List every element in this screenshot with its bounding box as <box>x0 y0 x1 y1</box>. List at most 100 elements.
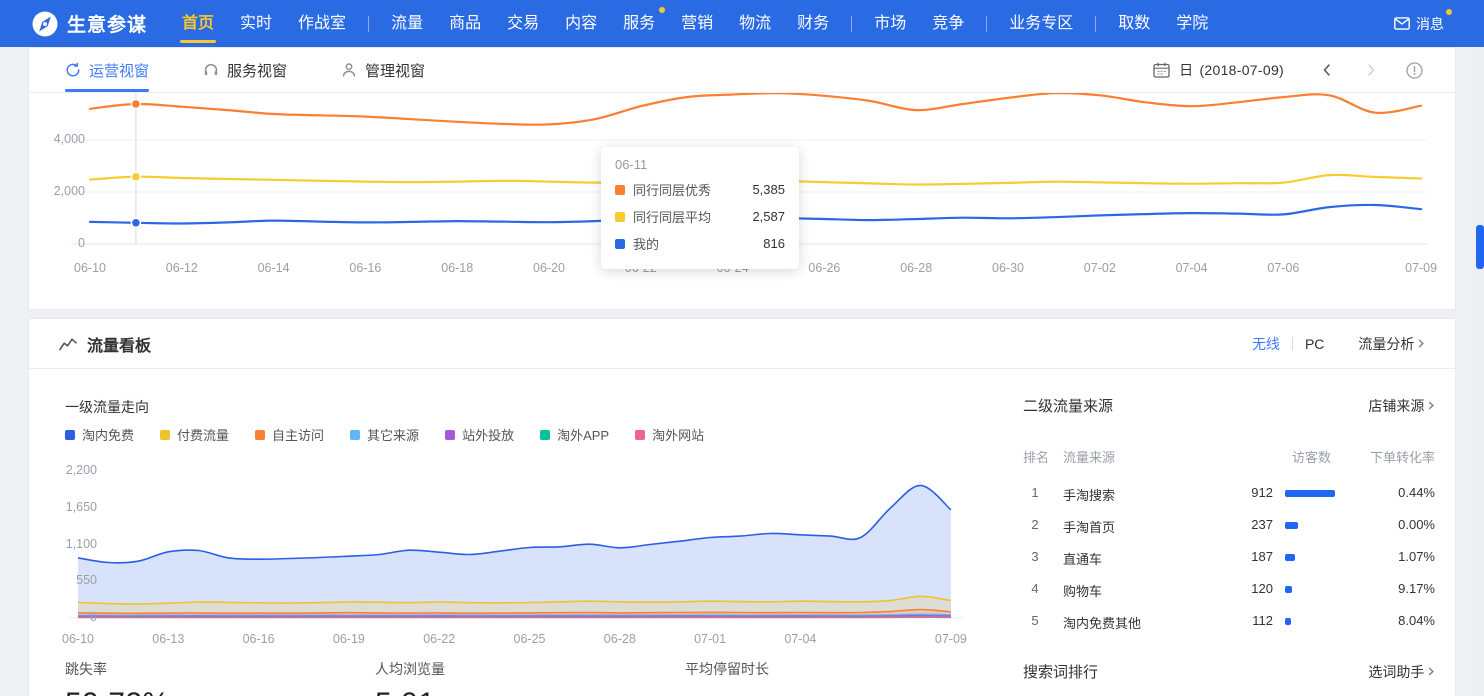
nav-item-取数[interactable]: 取数 <box>1105 0 1163 47</box>
toggle-wireless[interactable]: 无线 <box>1252 334 1280 354</box>
table-row[interactable]: 2手淘首页2370.00% <box>1023 517 1435 535</box>
kpi-平均停留时长: 平均停留时长17.48秒 <box>685 659 975 696</box>
traffic-analysis-link[interactable]: 流量分析 › <box>1358 334 1425 354</box>
flow-chart-canvas[interactable] <box>67 471 977 623</box>
legend-item-付费流量[interactable]: 付费流量 <box>160 425 229 444</box>
notification-dot <box>659 7 665 13</box>
rank-cell: 4 <box>1025 581 1045 596</box>
table-row[interactable]: 1手淘搜索9120.44% <box>1023 485 1435 503</box>
brand[interactable]: 生意参谋 <box>32 10 147 37</box>
tooltip-series-value: 2,587 <box>752 209 785 224</box>
date-value[interactable]: (2018-07-09) <box>1199 62 1284 78</box>
tab-运营视窗[interactable]: 运营视窗 <box>65 48 149 92</box>
x-axis-label: 06-30 <box>992 261 1024 275</box>
tooltip-series-value: 5,385 <box>752 182 785 197</box>
x-axis-label: 06-25 <box>514 632 546 646</box>
visitors-bar <box>1285 618 1291 625</box>
legend-item-淘外APP[interactable]: 淘外APP <box>540 425 609 444</box>
x-axis-label: 06-28 <box>900 261 932 275</box>
chart-tooltip: 06-11 同行同层优秀5,385同行同层平均2,587我的816 <box>601 147 799 269</box>
date-granularity[interactable]: 日 <box>1179 60 1193 80</box>
nav-message[interactable]: 消息 <box>1394 14 1444 34</box>
source-name-cell: 直通车 <box>1063 549 1102 568</box>
nav-item-财务[interactable]: 财务 <box>784 0 842 47</box>
legend-item-自主访问[interactable]: 自主访问 <box>255 425 324 444</box>
nav-item-商品[interactable]: 商品 <box>436 0 494 47</box>
search-rank-title: 搜索词排行 <box>1023 661 1098 682</box>
nav-divider <box>851 16 852 32</box>
shop-sources-link[interactable]: 店铺来源 › <box>1368 396 1435 416</box>
chevron-right-icon: › <box>1417 337 1425 350</box>
nav-item-业务专区[interactable]: 业务专区 <box>996 0 1086 47</box>
x-axis-label: 06-14 <box>258 261 290 275</box>
kpi-value: 17.48秒 <box>685 687 975 696</box>
conversion-cell: 8.04% <box>1398 613 1435 628</box>
nav-item-内容[interactable]: 内容 <box>552 0 610 47</box>
x-axis-label: 06-28 <box>604 632 636 646</box>
tooltip-series-label: 同行同层优秀 <box>633 180 711 199</box>
date-picker[interactable]: 日 (2018-07-09) <box>1153 48 1423 92</box>
conversion-cell: 0.44% <box>1398 485 1435 500</box>
rank-cell: 1 <box>1025 485 1045 500</box>
series-swatch <box>615 239 625 249</box>
legend-item-淘外网站[interactable]: 淘外网站 <box>635 425 704 444</box>
nav-item-首页[interactable]: 首页 <box>169 0 227 47</box>
rank-cell: 3 <box>1025 549 1045 564</box>
x-axis-label: 06-26 <box>808 261 840 275</box>
word-picker-link[interactable]: 选词助手 › <box>1368 662 1435 682</box>
nav-item-营销[interactable]: 营销 <box>668 0 726 47</box>
refresh-icon <box>65 62 81 78</box>
nav-item-流量[interactable]: 流量 <box>378 0 436 47</box>
info-icon[interactable] <box>1406 62 1423 79</box>
brand-logo-icon <box>32 11 58 37</box>
nav-item-实时[interactable]: 实时 <box>227 0 285 47</box>
visitors-cell: 120 <box>1193 581 1273 596</box>
tooltip-date: 06-11 <box>615 157 785 172</box>
nav-item-物流[interactable]: 物流 <box>726 0 784 47</box>
next-date-button[interactable] <box>1364 63 1378 77</box>
legend-item-淘内免费[interactable]: 淘内免费 <box>65 425 134 444</box>
table-row[interactable]: 3直通车1871.07% <box>1023 549 1435 567</box>
flow-area-chart[interactable]: 05501,1001,6502,20006-1006-1306-1606-190… <box>59 459 1009 664</box>
nav-item-学院[interactable]: 学院 <box>1163 0 1221 47</box>
x-axis-label: 07-04 <box>784 632 816 646</box>
benchmark-chart[interactable]: 06-11 同行同层优秀5,385同行同层平均2,587我的816 02,000… <box>29 93 1455 309</box>
calendar-icon <box>1153 62 1170 78</box>
nav-item-市场[interactable]: 市场 <box>861 0 919 47</box>
conversion-cell: 0.00% <box>1398 517 1435 532</box>
top-nav: 生意参谋 首页实时作战室流量商品交易内容服务营销物流财务市场竞争业务专区取数学院… <box>0 0 1484 47</box>
view-tabs: 运营视窗 服务视窗 管理视窗 日 (2018-07-09) <box>29 48 1455 93</box>
x-axis-label: 06-13 <box>152 632 184 646</box>
table-row[interactable]: 5淘内免费其他1128.04% <box>1023 613 1435 631</box>
x-axis-label: 07-06 <box>1267 261 1299 275</box>
word-picker-label: 选词助手 <box>1368 662 1424 682</box>
nav-item-交易[interactable]: 交易 <box>494 0 552 47</box>
board-title: 流量看板 <box>87 332 151 356</box>
toggle-divider <box>1292 337 1293 350</box>
visitors-cell: 112 <box>1193 613 1273 628</box>
tab-服务视窗[interactable]: 服务视窗 <box>203 48 287 92</box>
series-swatch <box>615 185 625 195</box>
prev-date-button[interactable] <box>1320 63 1334 77</box>
nav-item-作战室[interactable]: 作战室 <box>285 0 359 47</box>
scrollbar-thumb[interactable] <box>1476 225 1484 269</box>
nav-item-服务[interactable]: 服务 <box>610 0 668 47</box>
legend-item-其它来源[interactable]: 其它来源 <box>350 425 419 444</box>
visitors-bar <box>1285 586 1292 593</box>
source-name-cell: 购物车 <box>1063 581 1102 600</box>
legend-label: 淘内免费 <box>82 425 134 444</box>
x-axis-label: 06-20 <box>533 261 565 275</box>
column-header-流量来源: 流量来源 <box>1063 447 1115 466</box>
nav-item-竞争[interactable]: 竞争 <box>919 0 977 47</box>
search-rank-header: 搜索词排行 选词助手 › <box>1023 661 1435 682</box>
nav-divider <box>1095 16 1096 32</box>
table-row[interactable]: 4购物车1209.17% <box>1023 581 1435 599</box>
traffic-board-header: 流量看板 无线 PC 流量分析 › <box>29 319 1455 369</box>
tab-管理视窗[interactable]: 管理视窗 <box>341 48 425 92</box>
toggle-pc[interactable]: PC <box>1305 336 1324 352</box>
x-axis-label: 07-02 <box>1084 261 1116 275</box>
legend-swatch <box>635 430 645 440</box>
brand-name: 生意参谋 <box>67 10 147 37</box>
scrollbar-track[interactable] <box>1476 47 1484 696</box>
legend-item-站外投放[interactable]: 站外投放 <box>445 425 514 444</box>
